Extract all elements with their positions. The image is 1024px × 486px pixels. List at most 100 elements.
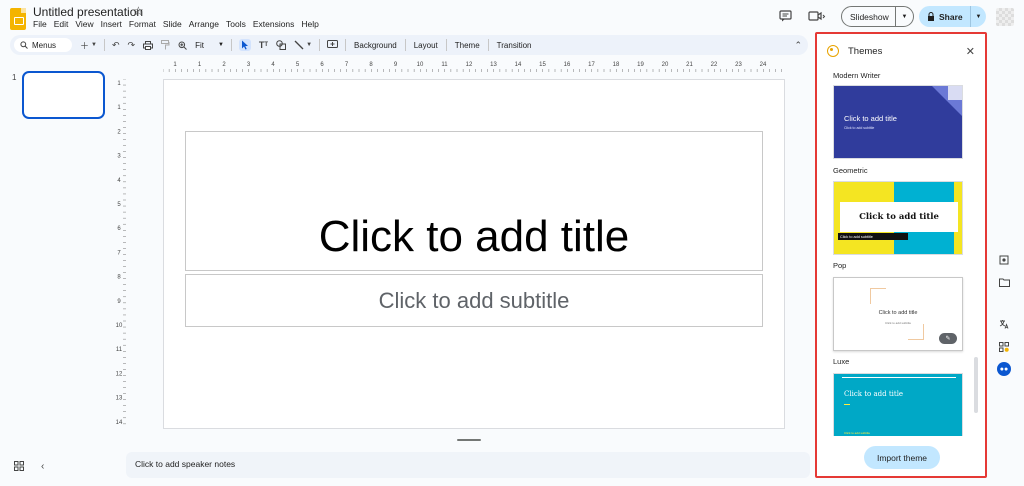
grid-view-icon[interactable] [14, 461, 24, 474]
menu-view[interactable]: View [75, 19, 93, 29]
slide-thumbnail[interactable] [22, 71, 105, 119]
ruler-tick-label: 10 [116, 323, 123, 329]
chevron-down-icon[interactable]: ▼ [91, 42, 97, 48]
title-placeholder[interactable]: Click to add title [185, 131, 763, 271]
ruler-tick-label: 2 [117, 129, 121, 135]
assistant-icon[interactable]: ●● [997, 362, 1011, 376]
theme-name: Pop [833, 261, 847, 270]
image-shape-icon[interactable] [276, 40, 287, 50]
menu-extensions[interactable]: Extensions [253, 19, 295, 29]
theme-preview-subtitle: Click to add subtitle [844, 431, 871, 435]
theme-card-modern-writer[interactable]: Click to add title Click to add subtitle [833, 85, 963, 159]
slideshow-label: Slideshow [850, 11, 889, 22]
ruler-tick-label: 3 [117, 154, 121, 160]
folder-icon[interactable] [997, 275, 1011, 289]
theme-preview-title: Click to add title [844, 114, 897, 123]
lock-icon [928, 12, 934, 21]
themes-panel: Themes ✕ Modern Writer Click to add titl… [815, 32, 987, 478]
chevron-down-icon[interactable]: ▼ [970, 6, 986, 27]
theme-button[interactable]: Theme [455, 41, 480, 50]
theme-card-luxe[interactable]: Click to add title Click to add subtitle [833, 373, 963, 436]
menu-help[interactable]: Help [301, 19, 318, 29]
zoom-value: Fit [195, 40, 204, 50]
close-icon[interactable]: ✕ [966, 45, 975, 58]
themes-header: Themes ✕ [817, 34, 985, 68]
undo-icon[interactable]: ↶ [112, 40, 120, 51]
ruler-tick-label: 9 [394, 62, 398, 68]
keep-icon[interactable] [997, 253, 1011, 267]
ruler-tick-label: 23 [735, 62, 742, 68]
line-icon[interactable] [294, 40, 304, 50]
vertical-ruler[interactable]: 11234567891011121314 [114, 79, 126, 429]
share-button[interactable]: Share ▼ [919, 6, 986, 27]
menus-search[interactable]: Menus [14, 38, 72, 52]
star-icon[interactable]: ☆ [133, 4, 144, 18]
ruler-tick-label: 20 [662, 62, 669, 68]
zoom-select[interactable]: Fit ▼ [195, 41, 224, 50]
layout-button[interactable]: Layout [414, 41, 438, 50]
slide-canvas[interactable]: Click to add title Click to add subtitle [163, 79, 785, 429]
ruler-tick-label: 2 [222, 62, 226, 68]
notes-resize-handle[interactable] [457, 439, 481, 441]
ruler-tick-label: 6 [320, 62, 324, 68]
ruler-tick-label: 1 [173, 62, 177, 68]
ruler-tick-label: 19 [637, 62, 644, 68]
document-title[interactable]: Untitled presentation [33, 5, 143, 19]
speaker-notes[interactable]: Click to add speaker notes [126, 452, 810, 478]
ruler-tick-label: 21 [686, 62, 693, 68]
menu-format[interactable]: Format [129, 19, 156, 29]
ruler-tick-label: 12 [466, 62, 473, 68]
select-cursor-icon[interactable] [238, 39, 251, 51]
theme-preview-title: Click to add title [840, 202, 958, 232]
chevron-down-icon[interactable]: ▼ [306, 42, 312, 48]
paint-format-icon[interactable] [161, 40, 170, 50]
theme-card-geometric[interactable]: Click to add title Click to add subtitle [833, 181, 963, 255]
subtitle-placeholder[interactable]: Click to add subtitle [185, 274, 763, 327]
menu-insert[interactable]: Insert [101, 19, 122, 29]
print-icon[interactable] [143, 40, 154, 50]
theme-preview-title: Click to add title [878, 310, 918, 316]
background-button[interactable]: Background [354, 41, 397, 50]
theme-preview-subtitle: Click to add subtitle [838, 233, 908, 240]
collapse-filmstrip-icon[interactable]: ‹ [41, 461, 44, 472]
ruler-tick-label: 13 [116, 396, 123, 402]
add-comment-icon[interactable] [327, 40, 339, 50]
text-box-icon[interactable]: TT [259, 40, 268, 50]
menu-slide[interactable]: Slide [163, 19, 182, 29]
import-theme-button[interactable]: Import theme [864, 446, 940, 469]
ruler-tick-label: 10 [417, 62, 424, 68]
menu-bar: File Edit View Insert Format Slide Arran… [33, 19, 326, 29]
ruler-tick-label: 16 [564, 62, 571, 68]
ruler-tick-label: 5 [117, 202, 121, 208]
menu-file[interactable]: File [33, 19, 47, 29]
theme-preview-title: Click to add title [844, 390, 904, 398]
zoom-icon[interactable] [178, 41, 187, 50]
themes-list[interactable]: Modern Writer Click to add title Click t… [817, 68, 985, 436]
ruler-tick-label: 24 [760, 62, 767, 68]
slides-logo[interactable] [10, 8, 26, 30]
menu-edit[interactable]: Edit [54, 19, 69, 29]
menu-tools[interactable]: Tools [226, 19, 246, 29]
new-slide-icon[interactable]: ＋ [80, 39, 89, 52]
chevron-down-icon[interactable]: ▼ [895, 7, 913, 26]
transition-button[interactable]: Transition [497, 41, 532, 50]
ruler-tick-label: 17 [588, 62, 595, 68]
themes-title: Themes [848, 45, 883, 57]
menu-arrange[interactable]: Arrange [189, 19, 219, 29]
video-call-icon[interactable] [808, 10, 826, 25]
redo-icon[interactable]: ↷ [128, 40, 136, 51]
chevron-down-icon: ▼ [217, 42, 224, 48]
apps-icon[interactable] [997, 340, 1011, 354]
slideshow-button[interactable]: Slideshow ▼ [841, 6, 914, 27]
collapse-toolbar-icon[interactable]: ⌃ [794, 40, 802, 51]
ruler-tick-label: 18 [613, 62, 620, 68]
translate-icon[interactable] [997, 317, 1011, 331]
ruler-tick-label: 7 [117, 250, 121, 256]
edit-theme-icon[interactable]: ✎ [939, 333, 957, 344]
avatar[interactable] [996, 8, 1014, 26]
comment-icon[interactable] [779, 10, 792, 25]
ruler-tick-label: 14 [116, 420, 123, 426]
themes-scrollbar[interactable] [974, 357, 978, 413]
horizontal-ruler[interactable]: 1 1 2 3 4 5 6 7 8 9 10 11 12 13 14 15 16 17 18 19 20 21 22 23 24… [163, 60, 783, 72]
theme-card-pop[interactable]: Click to add title Click to add subtitle… [833, 277, 963, 351]
